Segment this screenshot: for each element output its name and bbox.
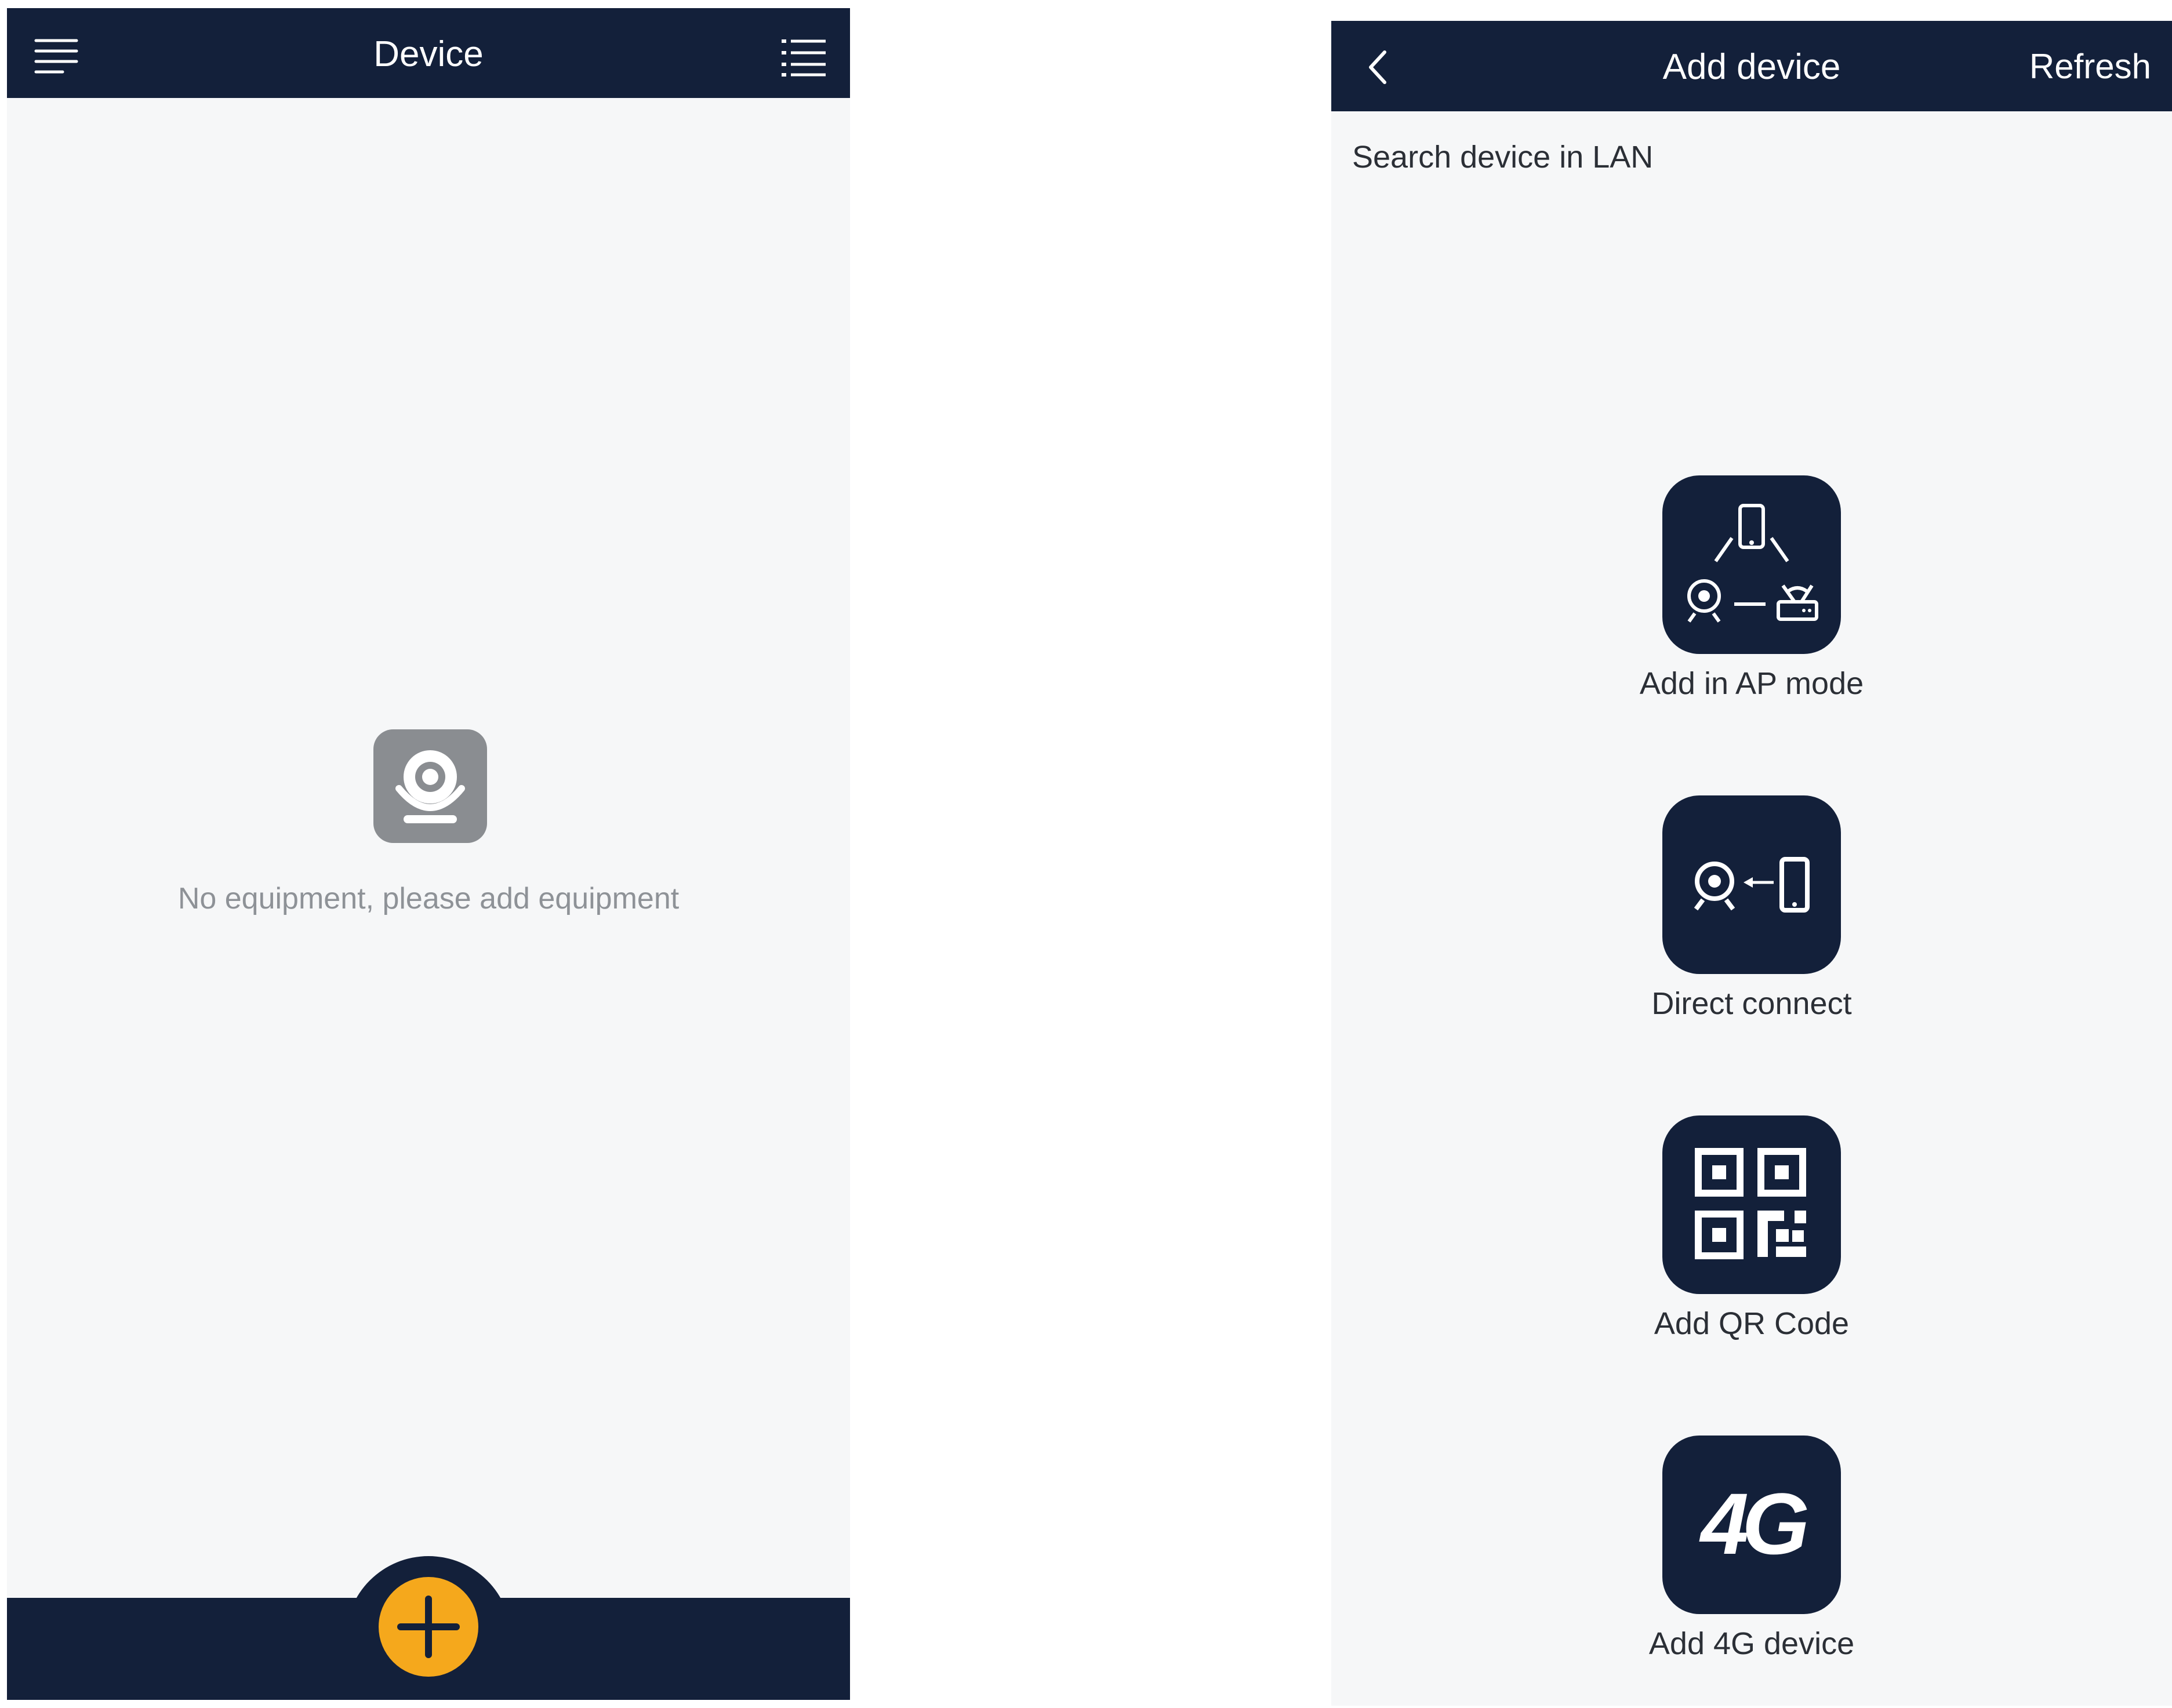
option-label: Add 4G device: [1648, 1626, 1855, 1661]
option-label: Add in AP mode: [1639, 666, 1864, 701]
add-device-button[interactable]: [379, 1577, 478, 1677]
page-title: Device: [373, 34, 484, 74]
option-label: Add QR Code: [1654, 1306, 1850, 1341]
direct-connect-icon[interactable]: [1662, 795, 1841, 974]
add-device-screen: Add device Refresh Search device in LAN: [1331, 21, 2172, 1706]
qr-code-icon[interactable]: [1662, 1115, 1841, 1294]
top-navbar: Device: [7, 8, 850, 98]
refresh-button[interactable]: Refresh: [2029, 46, 2151, 86]
empty-state-message: No equipment, please add equipment: [177, 882, 680, 915]
option-label: Direct connect: [1651, 986, 1852, 1021]
4g-icon-text: 4G: [1700, 1475, 1810, 1572]
top-navbar: Add device Refresh: [1331, 21, 2172, 111]
search-lan-label: Search device in LAN: [1352, 140, 1654, 175]
ap-mode-icon[interactable]: [1662, 475, 1841, 654]
4g-icon[interactable]: 4G: [1662, 1436, 1841, 1614]
plus-icon: [397, 1596, 460, 1658]
list-view-button[interactable]: [780, 37, 827, 78]
device-screen: Device No equipment, please add equipmen…: [7, 8, 850, 1700]
list-icon: [782, 39, 826, 77]
camera-placeholder-icon: [373, 729, 487, 843]
